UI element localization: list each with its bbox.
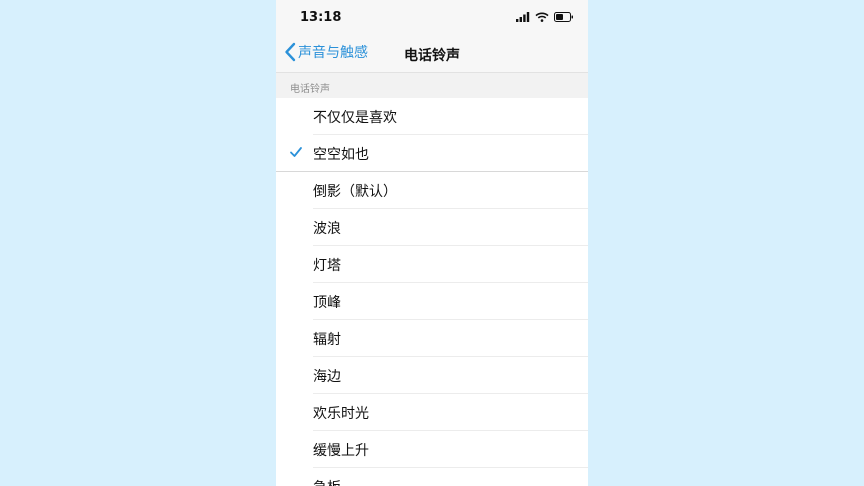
ringtone-row-selected[interactable]: 空空如也: [276, 135, 588, 172]
checkmark-icon: [290, 147, 302, 157]
status-time: 13:18: [300, 10, 342, 25]
ringtone-label: 空空如也: [313, 147, 369, 163]
ringtone-label: 缓慢上升: [313, 443, 369, 459]
ringtone-row[interactable]: 缓慢上升: [313, 431, 588, 468]
ringtone-label: 急板: [313, 477, 341, 486]
ringtone-row[interactable]: 顶峰: [313, 283, 588, 320]
ringtone-row[interactable]: 灯塔: [313, 246, 588, 283]
ringtone-list: 不仅仅是喜欢 空空如也 倒影（默认） 波浪 灯塔 顶峰 辐射 海边 欢乐时光 缓…: [276, 98, 588, 486]
ringtone-label: 欢乐时光: [313, 406, 369, 422]
ringtone-label: 倒影（默认）: [313, 184, 397, 200]
battery-icon: [554, 12, 573, 22]
ringtone-row[interactable]: 倒影（默认）: [313, 172, 588, 209]
ringtone-row[interactable]: 急板: [313, 468, 588, 486]
status-icons: [516, 12, 574, 22]
section-header-label: 电话铃声: [290, 84, 330, 95]
signal-icon: [516, 12, 530, 22]
ringtone-label: 波浪: [313, 221, 341, 237]
ringtone-row[interactable]: 欢乐时光: [313, 394, 588, 431]
ringtone-row[interactable]: 不仅仅是喜欢: [313, 98, 588, 135]
ringtone-label: 海边: [313, 369, 341, 385]
wifi-icon: [535, 12, 549, 22]
phone-screen: 13:18 声音与触感 电话铃声 电话铃声 不仅仅是喜欢 空空如也 倒影（默认）…: [276, 0, 588, 486]
ringtone-label: 灯塔: [313, 258, 341, 274]
ringtone-label: 不仅仅是喜欢: [313, 110, 397, 126]
ringtone-row[interactable]: 辐射: [313, 320, 588, 357]
navigation-bar: 声音与触感 电话铃声: [276, 36, 588, 73]
section-header: 电话铃声: [276, 73, 588, 98]
ringtone-label: 顶峰: [313, 295, 341, 311]
status-bar: 13:18: [276, 0, 588, 36]
page-title: 电话铃声: [404, 48, 460, 64]
ringtone-label: 辐射: [313, 332, 341, 348]
ringtone-row[interactable]: 波浪: [313, 209, 588, 246]
ringtone-row[interactable]: 海边: [313, 357, 588, 394]
